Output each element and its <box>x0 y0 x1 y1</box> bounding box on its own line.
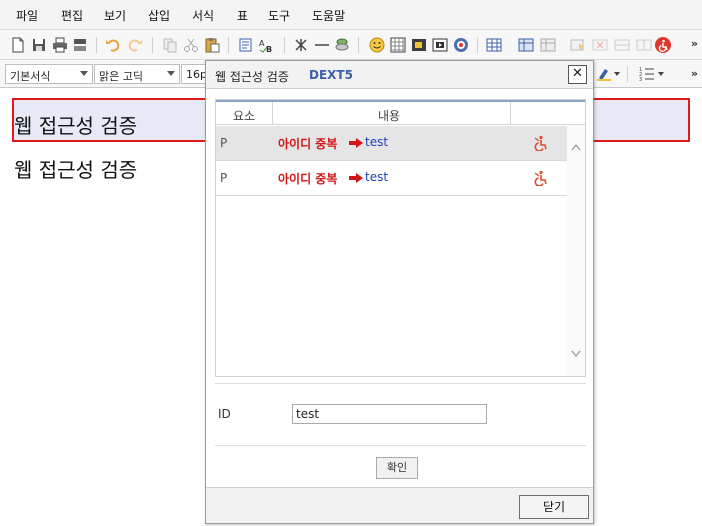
highlight-color-icon[interactable] <box>596 66 612 82</box>
row-message: 아이디 중복 <box>278 137 338 151</box>
pattern-icon[interactable] <box>390 37 406 53</box>
chevron-down-icon <box>80 71 88 76</box>
toolbar-separator <box>152 37 153 53</box>
result-grid: 요소 내용 P 아이디 중복 test P 아이디 중복 test <box>215 99 586 377</box>
accessibility-dialog: 웹 접근성 검증 DEXT5 ✕ 요소 내용 P 아이디 중복 test P 아… <box>205 60 594 524</box>
new-doc-icon[interactable] <box>10 37 26 53</box>
row-value: test <box>365 135 389 149</box>
arrow-right-icon <box>349 173 363 183</box>
paste-icon[interactable] <box>204 37 220 53</box>
confirm-button[interactable]: 확인 <box>376 457 418 479</box>
menu-tools[interactable]: 도구 <box>268 7 290 24</box>
editor-paragraph[interactable]: 웹 접근성 검증 <box>14 154 137 183</box>
toolbar-main: AB » <box>0 30 702 60</box>
undo-icon[interactable] <box>105 37 121 53</box>
media-icon[interactable] <box>432 37 448 53</box>
print-icon[interactable] <box>52 37 68 53</box>
chevron-down-icon[interactable] <box>614 72 620 76</box>
scroll-down-icon[interactable] <box>571 350 581 358</box>
svg-text:A: A <box>259 39 265 48</box>
row-element: P <box>220 171 228 185</box>
menu-bar: 파일 편집 보기 삽입 서식 표 도구 도움말 <box>0 0 702 30</box>
toolbar-separator <box>228 37 229 53</box>
table-row[interactable]: P 아이디 중복 test <box>216 161 567 196</box>
grid-header: 요소 내용 <box>216 100 585 125</box>
list-icon[interactable]: 123 <box>639 66 655 82</box>
cut-icon[interactable] <box>183 37 199 53</box>
table-row[interactable]: P 아이디 중복 test <box>216 126 567 161</box>
accessibility-icon[interactable] <box>655 37 671 53</box>
divider <box>215 383 586 384</box>
toolbar-more-button[interactable]: » <box>691 67 698 80</box>
toolbar-separator <box>284 37 285 53</box>
find-icon[interactable] <box>238 37 254 53</box>
flash-icon[interactable] <box>453 37 469 53</box>
chevron-down-icon[interactable] <box>658 72 664 76</box>
id-label: ID <box>218 407 231 421</box>
spellcheck-icon[interactable]: AB <box>259 37 275 53</box>
svg-text:3: 3 <box>639 77 642 82</box>
font-select-value: 맑은 고딕 <box>99 70 143 83</box>
toolbar-separator <box>358 37 359 53</box>
arrow-right-icon <box>349 138 363 148</box>
close-icon[interactable]: ✕ <box>568 65 587 84</box>
image-stack-icon[interactable] <box>334 37 350 53</box>
toolbar-separator <box>627 66 628 82</box>
cell-merge-icon[interactable] <box>570 37 586 53</box>
accessibility-fix-icon[interactable] <box>532 135 548 151</box>
style-select[interactable]: 기본서식 <box>5 64 93 84</box>
menu-insert[interactable]: 삽입 <box>148 7 170 24</box>
toolbar-separator <box>477 37 478 53</box>
id-input[interactable] <box>292 404 487 424</box>
style-select-value: 기본서식 <box>10 70 51 83</box>
toolbar-separator <box>96 37 97 53</box>
image-icon[interactable] <box>411 37 427 53</box>
preview-icon[interactable] <box>72 37 88 53</box>
column-header-element: 요소 <box>233 109 256 123</box>
menu-edit[interactable]: 편집 <box>61 7 83 24</box>
menu-format[interactable]: 서식 <box>192 7 214 24</box>
grid-scrollbar[interactable] <box>567 125 585 376</box>
font-size-value: 16p <box>186 68 207 81</box>
dialog-title-bar[interactable]: 웹 접근성 검증 DEXT5 ✕ <box>206 61 593 89</box>
save-icon[interactable] <box>31 37 47 53</box>
row-element: P <box>220 136 228 150</box>
cell-split-icon[interactable] <box>592 37 608 53</box>
dialog-footer: 닫기 <box>206 487 593 523</box>
menu-help[interactable]: 도움말 <box>312 7 345 24</box>
form-icon[interactable] <box>540 37 556 53</box>
cell-props-icon[interactable] <box>636 37 652 53</box>
accessibility-fix-icon[interactable] <box>532 170 548 186</box>
menu-file[interactable]: 파일 <box>16 7 38 24</box>
column-header-content: 내용 <box>378 109 401 123</box>
scroll-up-icon[interactable] <box>571 143 581 151</box>
editor-paragraph[interactable]: 웹 접근성 검증 <box>14 110 137 139</box>
column-divider <box>510 102 511 125</box>
divider <box>215 445 586 446</box>
redo-icon[interactable] <box>127 37 143 53</box>
copy-icon[interactable] <box>162 37 178 53</box>
table-icon[interactable] <box>486 37 502 53</box>
chevron-down-icon <box>167 71 175 76</box>
svg-text:B: B <box>266 45 272 53</box>
close-button[interactable]: 닫기 <box>519 495 589 519</box>
menu-table[interactable]: 표 <box>237 7 248 24</box>
horizontal-line-icon[interactable] <box>314 37 330 53</box>
font-select[interactable]: 맑은 고딕 <box>94 64 180 84</box>
dialog-brand: DEXT5 <box>309 68 353 82</box>
emoticon-icon[interactable] <box>369 37 385 53</box>
column-divider <box>272 102 273 125</box>
table-edit-icon[interactable] <box>518 37 534 53</box>
special-char-icon[interactable] <box>293 37 309 53</box>
row-message: 아이디 중복 <box>278 172 338 186</box>
cell-delete-icon[interactable] <box>614 37 630 53</box>
toolbar-more-button[interactable]: » <box>691 37 698 50</box>
menu-view[interactable]: 보기 <box>104 7 126 24</box>
dialog-title: 웹 접근성 검증 <box>215 70 289 84</box>
row-value: test <box>365 170 389 184</box>
